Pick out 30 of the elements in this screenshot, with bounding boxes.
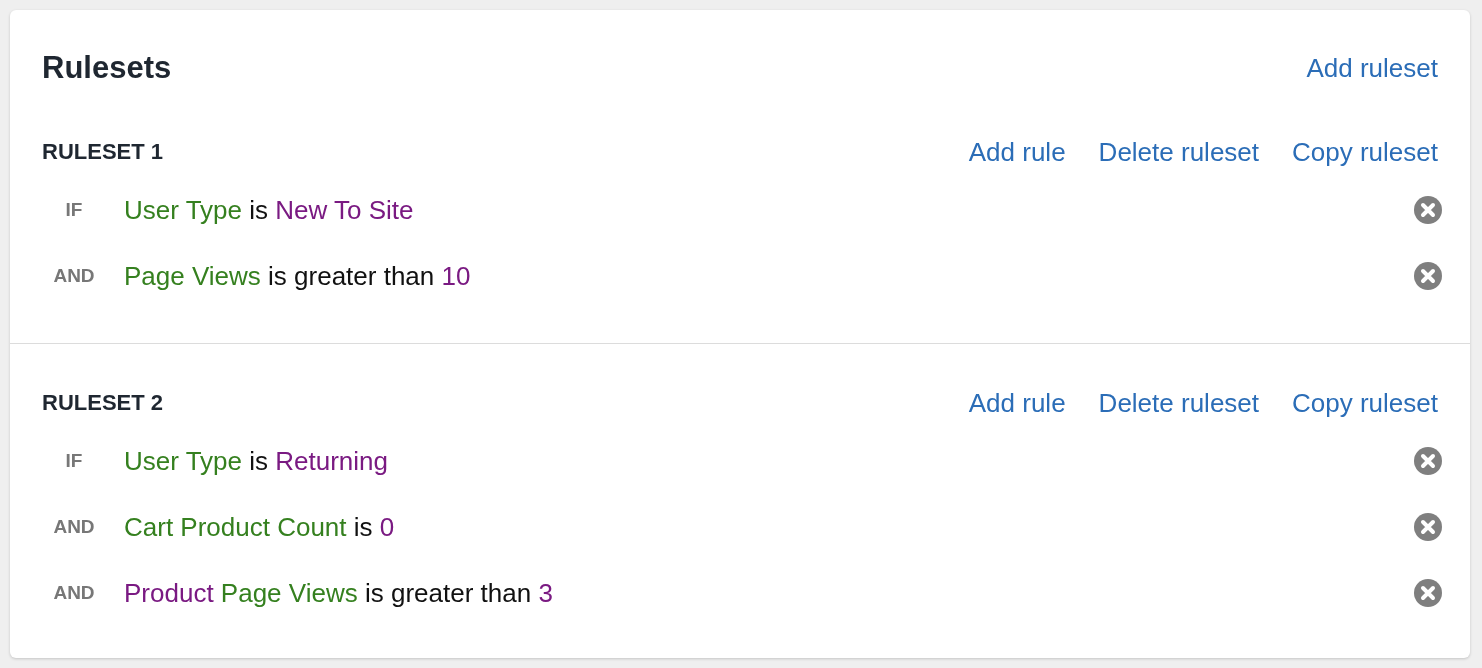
- rule-connector: AND: [52, 265, 96, 287]
- close-icon: [1414, 579, 1442, 607]
- rule-connector: IF: [64, 450, 84, 472]
- rule-condition: User Type is Returning: [124, 445, 388, 477]
- ruleset-action-link[interactable]: Delete ruleset: [1098, 135, 1260, 169]
- close-icon: [1414, 262, 1442, 290]
- rule-condition: Page Views is greater than 10: [124, 260, 471, 292]
- rule-connector: AND: [52, 516, 96, 538]
- rule-connector: IF: [64, 199, 84, 221]
- remove-rule-button[interactable]: [1414, 513, 1442, 541]
- add-ruleset-link[interactable]: Add ruleset: [1306, 51, 1438, 85]
- ruleset-action-link[interactable]: Copy ruleset: [1292, 135, 1438, 169]
- rule-condition: User Type is New To Site: [124, 194, 414, 226]
- remove-rule-button[interactable]: [1414, 262, 1442, 290]
- ruleset-heading: RULESET 1: [42, 138, 164, 166]
- ruleset-action-link[interactable]: Add rule: [968, 135, 1066, 169]
- close-icon: [1414, 513, 1442, 541]
- rule-condition: Cart Product Count is 0: [124, 511, 395, 543]
- rule-connector: AND: [52, 582, 96, 604]
- remove-rule-button[interactable]: [1414, 196, 1442, 224]
- ruleset-heading: RULESET 2: [42, 389, 164, 417]
- rule-condition: Product Page Views is greater than 3: [124, 577, 553, 609]
- close-icon: [1414, 196, 1442, 224]
- ruleset-action-link[interactable]: Copy ruleset: [1292, 386, 1438, 420]
- remove-rule-button[interactable]: [1414, 447, 1442, 475]
- remove-rule-button[interactable]: [1414, 579, 1442, 607]
- close-icon: [1414, 447, 1442, 475]
- ruleset-action-link[interactable]: Add rule: [968, 386, 1066, 420]
- page-title: Rulesets: [42, 49, 172, 87]
- ruleset-action-link[interactable]: Delete ruleset: [1098, 386, 1260, 420]
